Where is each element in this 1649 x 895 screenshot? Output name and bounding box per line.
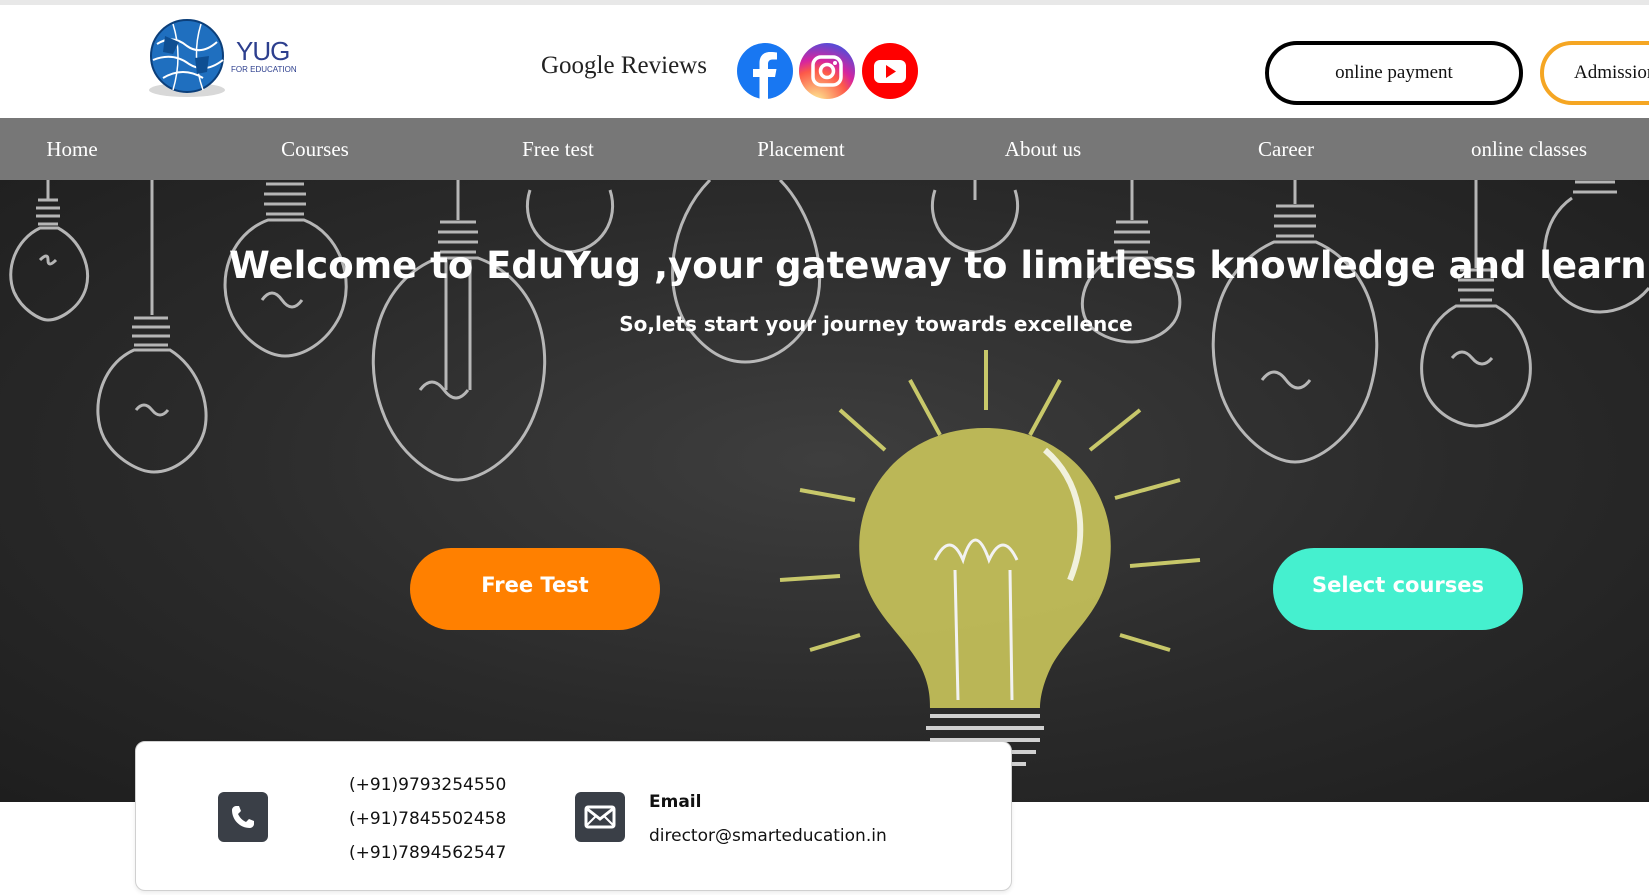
nav-item-about-us[interactable]: About us [1005, 118, 1081, 180]
envelope-icon [575, 792, 625, 842]
youtube-icon[interactable] [862, 43, 918, 99]
hero-banner: Welcome to EduYug ,your gateway to limit… [0, 180, 1649, 802]
phone-icon [218, 792, 268, 842]
online-payment-button[interactable]: online payment [1265, 41, 1523, 105]
nav-item-career[interactable]: Career [1258, 118, 1314, 180]
nav-item-courses[interactable]: Courses [281, 118, 349, 180]
phone-number[interactable]: (+91)9793254550 [349, 775, 506, 795]
top-border [0, 0, 1649, 5]
main-nav: Home Courses Free test Placement About u… [0, 118, 1649, 180]
contact-card: (+91)9793254550 (+91)7845502458 (+91)789… [135, 741, 1012, 891]
logo[interactable]: YUG FOR EDUCATION [143, 16, 313, 100]
nav-item-placement[interactable]: Placement [757, 118, 844, 180]
phone-number[interactable]: (+91)7894562547 [349, 843, 506, 863]
hero-subtitle: So,lets start your journey towards excel… [619, 312, 1133, 336]
email-link[interactable]: director@smarteducation.in [649, 826, 887, 846]
admission-button[interactable]: Admission [1540, 41, 1649, 105]
instagram-icon[interactable] [799, 43, 855, 99]
phone-number[interactable]: (+91)7845502458 [349, 809, 506, 829]
nav-item-free-test[interactable]: Free test [522, 118, 594, 180]
logo-tagline: FOR EDUCATION [231, 65, 297, 74]
email-label: Email [649, 792, 702, 812]
google-reviews-link[interactable]: Google Reviews [541, 52, 707, 80]
nav-item-home[interactable]: Home [46, 118, 97, 180]
globe-icon [149, 19, 225, 97]
select-courses-button[interactable]: Select courses [1273, 548, 1523, 630]
nav-item-online-classes[interactable]: online classes [1471, 118, 1587, 180]
facebook-icon[interactable] [737, 43, 793, 99]
free-test-button[interactable]: Free Test [410, 548, 660, 630]
logo-name: YUG [236, 36, 290, 66]
hero-title: Welcome to EduYug ,your gateway to limit… [229, 244, 1649, 287]
